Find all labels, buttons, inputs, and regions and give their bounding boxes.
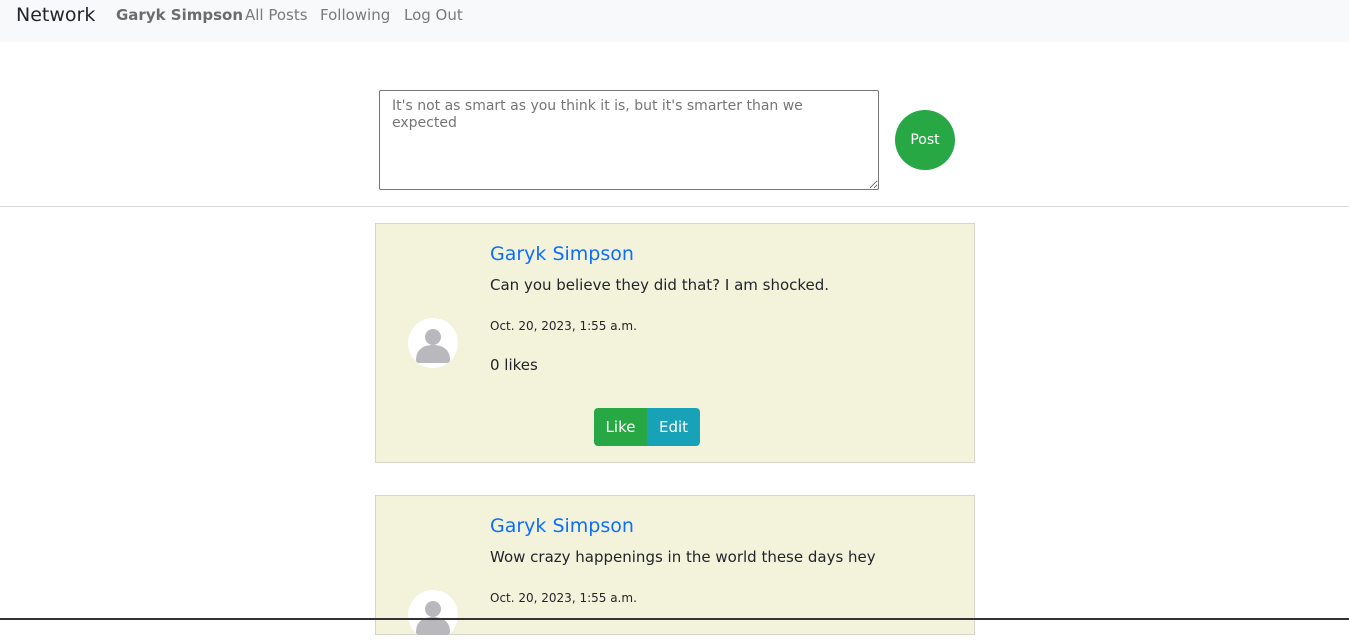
post-author-link[interactable]: Garyk Simpson — [490, 243, 634, 265]
post-content: Can you believe they did that? I am shoc… — [490, 276, 830, 294]
post-timestamp: Oct. 20, 2023, 1:55 a.m. — [490, 591, 637, 605]
nav-following-link[interactable]: Following — [320, 6, 390, 24]
like-button[interactable]: Like — [594, 408, 647, 446]
post-card: Garyk Simpson Can you believe they did t… — [375, 223, 975, 463]
post-author-link[interactable]: Garyk Simpson — [490, 515, 634, 537]
navbar: Network Garyk Simpson All Posts Followin… — [0, 0, 1349, 42]
post-timestamp: Oct. 20, 2023, 1:55 a.m. — [490, 319, 637, 333]
avatar — [408, 318, 458, 368]
avatar — [408, 590, 458, 640]
new-post-input[interactable] — [379, 90, 879, 190]
user-avatar-icon — [416, 601, 450, 635]
post-content: Wow crazy happenings in the world these … — [490, 548, 876, 566]
nav-logout-link[interactable]: Log Out — [404, 6, 463, 24]
post-button[interactable]: Post — [895, 110, 955, 170]
brand-link[interactable]: Network — [16, 4, 95, 26]
post-card: Garyk Simpson Wow crazy happenings in th… — [375, 495, 975, 640]
divider — [0, 206, 1349, 207]
edit-button[interactable]: Edit — [647, 408, 700, 446]
nav-profile-link[interactable]: Garyk Simpson — [116, 6, 243, 24]
like-count: 0 likes — [490, 356, 538, 374]
user-avatar-icon — [416, 329, 450, 363]
nav-all-posts-link[interactable]: All Posts — [245, 6, 308, 24]
